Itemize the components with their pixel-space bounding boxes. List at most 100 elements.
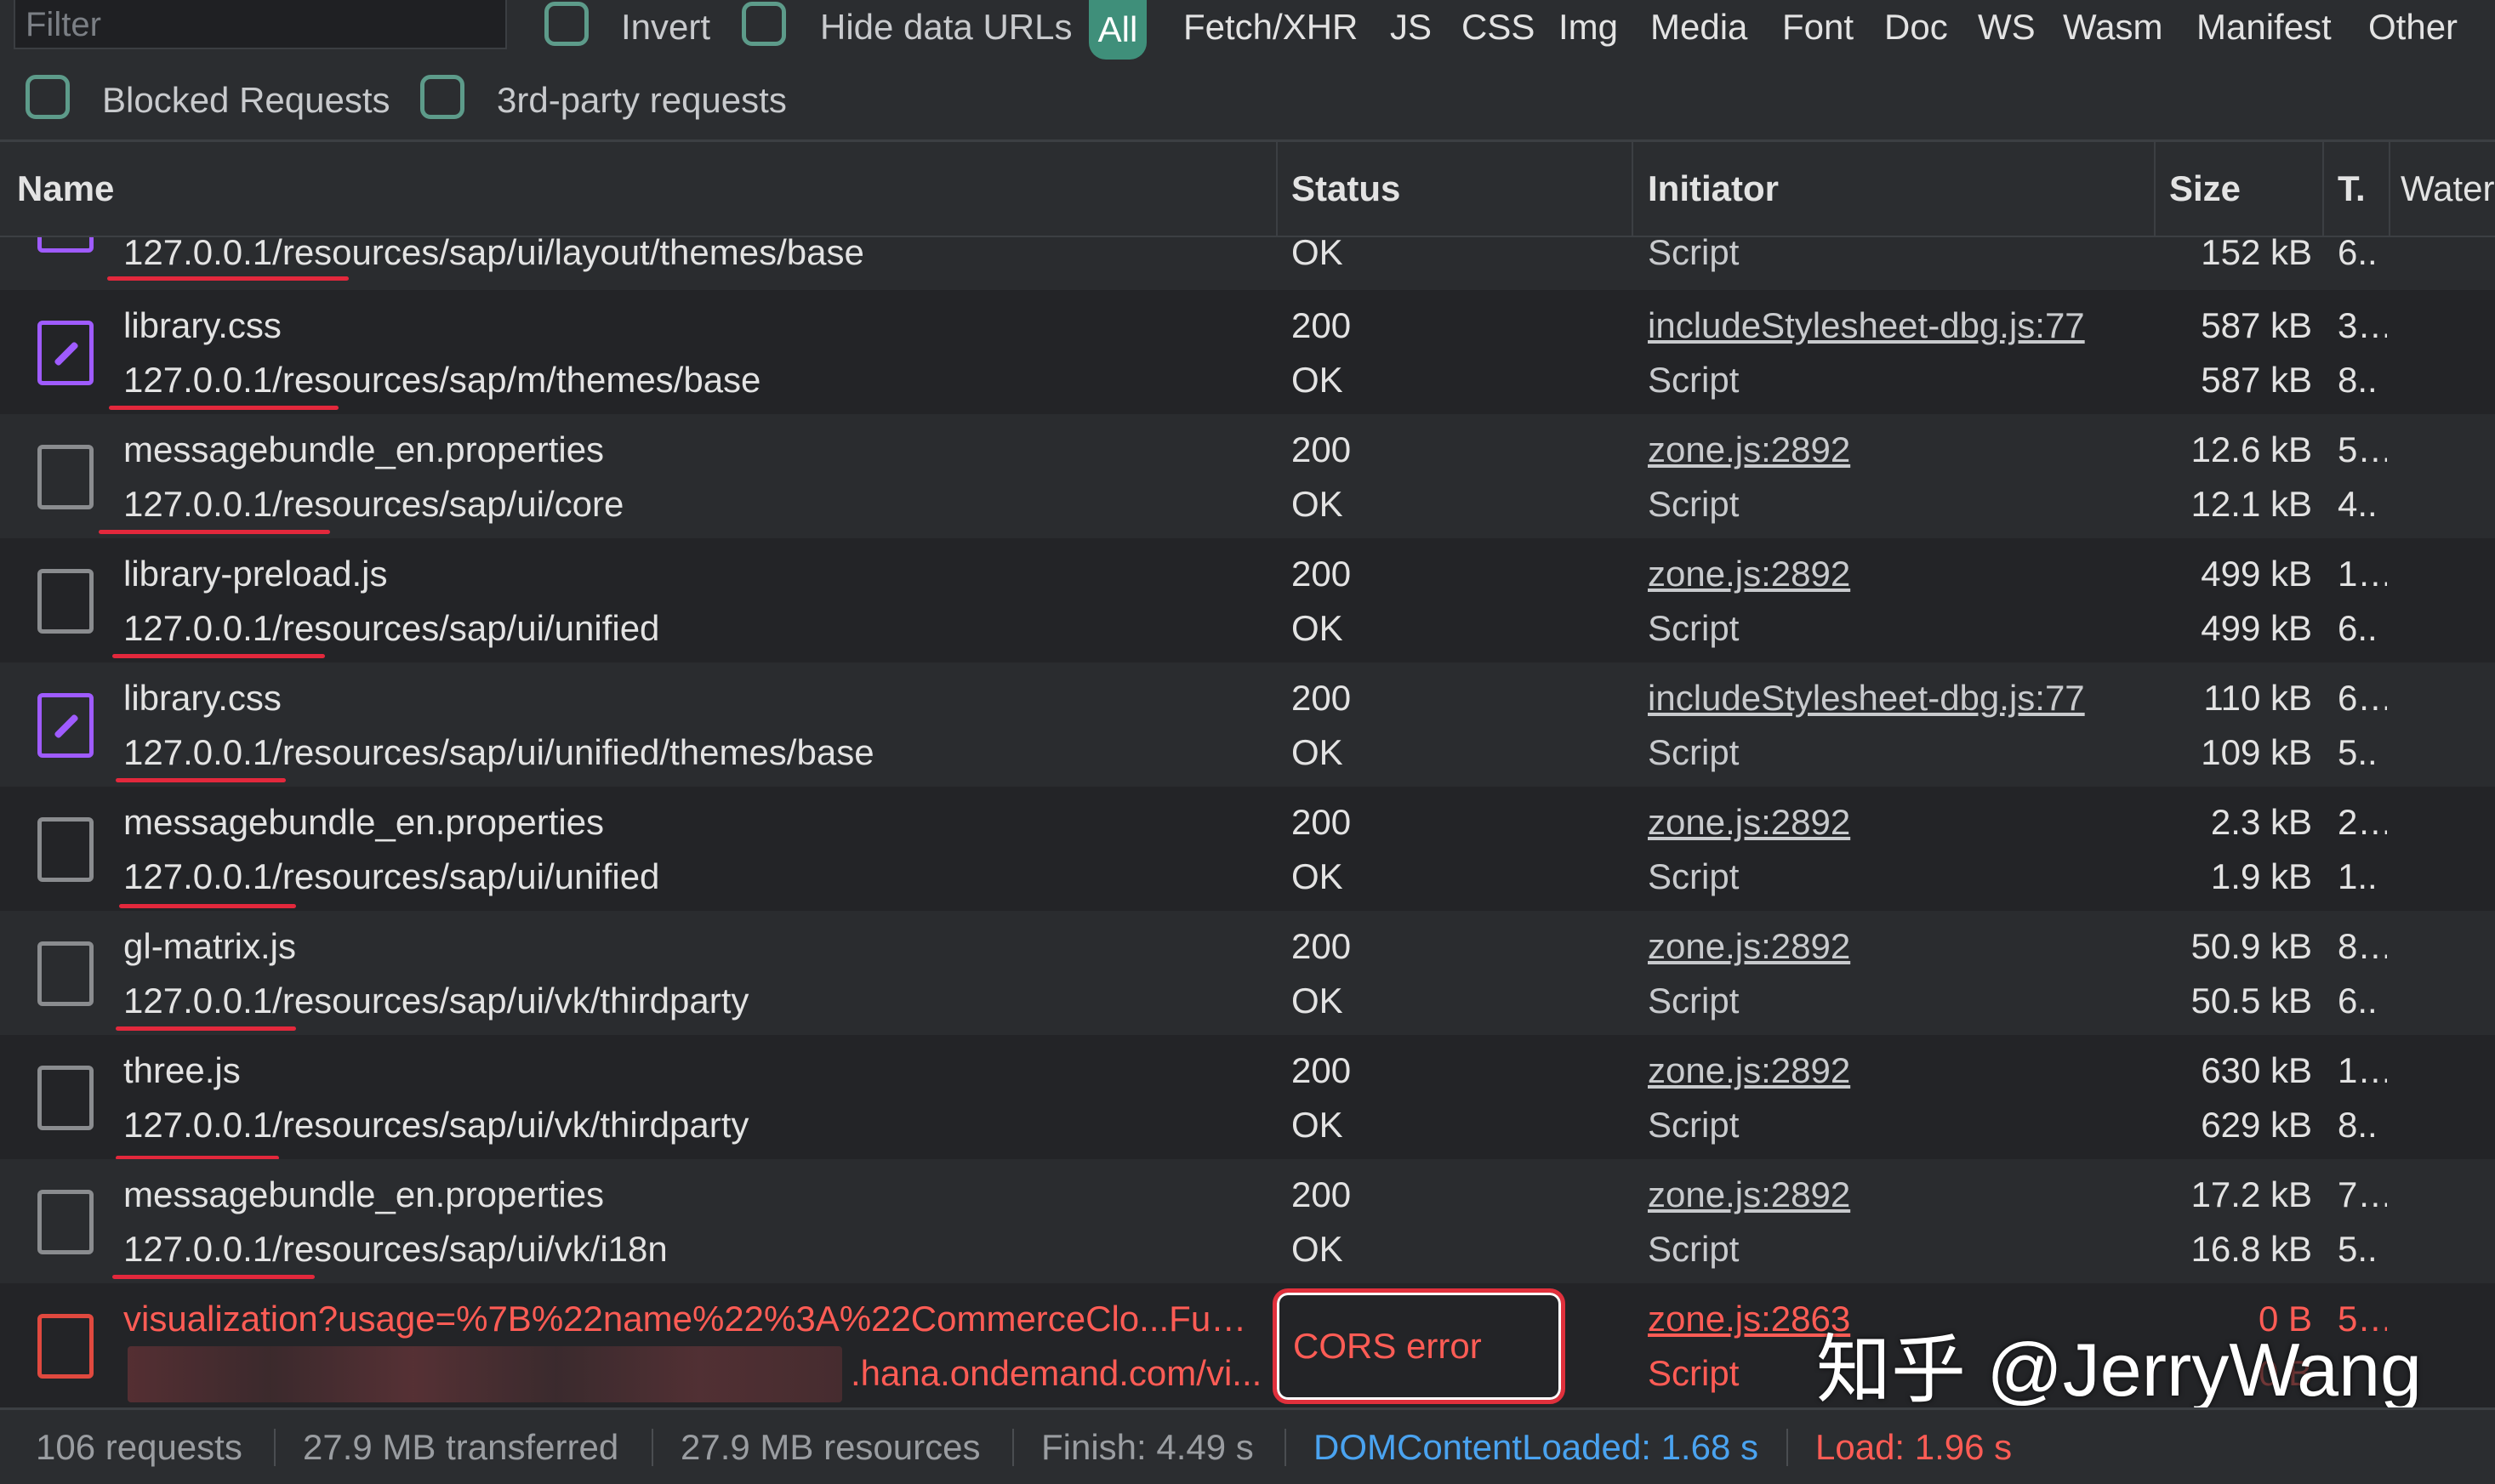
request-size-resource: 50.5 kB (2190, 981, 2312, 1021)
annotation-underline (99, 530, 330, 534)
request-time: 7... (2338, 1174, 2387, 1214)
request-time: 1... (2338, 1050, 2387, 1090)
requests-table-body: 127.0.0.1/resources/sap/ui/layout/themes… (0, 237, 2495, 1407)
column-header-time[interactable]: T. (2338, 142, 2385, 236)
summary-divider (274, 1429, 276, 1466)
request-size-resource: 587 kB (2201, 360, 2312, 400)
type-filter-other[interactable]: Other (2368, 7, 2458, 48)
request-size-resource: 629 kB (2201, 1105, 2312, 1145)
request-time: 1... (2338, 554, 2387, 594)
request-status-code: 200 (1291, 429, 1352, 469)
annotation-highlight-box (1273, 1288, 1565, 1404)
request-size-resource: 152 kB (2201, 237, 2312, 272)
type-filter-media[interactable]: Media (1650, 7, 1747, 48)
annotation-underline (119, 904, 296, 908)
document-icon (37, 569, 94, 634)
type-filter-ws[interactable]: WS (1978, 7, 2036, 48)
request-status-text: OK (1291, 484, 1343, 524)
table-row[interactable]: messagebundle_en.properties 127.0.0.1/re… (0, 787, 2495, 911)
request-file-name[interactable]: messagebundle_en.properties (123, 1174, 1263, 1215)
column-header-initiator[interactable]: Initiator (1648, 142, 2141, 236)
request-initiator-link[interactable]: zone.js:2892 (1648, 554, 2141, 594)
request-file-name[interactable]: library.css (123, 305, 1263, 346)
table-row[interactable]: 127.0.0.1/resources/sap/ui/layout/themes… (0, 237, 2495, 290)
request-file-name[interactable]: messagebundle_en.properties (123, 429, 1263, 470)
request-size-resource: 499 kB (2201, 608, 2312, 648)
request-initiator-link[interactable]: zone.js:2892 (1648, 926, 2141, 967)
request-file-name[interactable]: three.js (123, 1050, 1263, 1091)
request-time: 2... (2338, 802, 2387, 842)
third-party-requests-checkbox[interactable] (420, 75, 464, 119)
invert-checkbox[interactable] (544, 2, 589, 46)
hide-data-urls-checkbox[interactable] (742, 2, 786, 46)
error-document-icon (37, 1314, 94, 1379)
summary-resources: 27.9 MB resources (681, 1427, 981, 1467)
request-initiator-type: Script (1648, 856, 1740, 896)
request-status-text: OK (1291, 1229, 1343, 1269)
table-row[interactable]: messagebundle_en.properties 127.0.0.1/re… (0, 1159, 2495, 1283)
type-filter-font[interactable]: Font (1782, 7, 1854, 48)
table-row[interactable]: library-preload.js 127.0.0.1/resources/s… (0, 538, 2495, 662)
request-initiator-link[interactable]: zone.js:2892 (1648, 1174, 2141, 1215)
css-icon (37, 693, 94, 758)
request-file-name[interactable]: messagebundle_en.properties (123, 802, 1263, 843)
type-filter-manifest[interactable]: Manifest (2196, 7, 2332, 48)
hide-data-urls-label: Hide data URLs (820, 7, 1073, 47)
filter-input[interactable]: Filter (14, 0, 507, 49)
document-icon (37, 817, 94, 882)
request-file-name[interactable]: visualization?usage=%7B%22name%22%3A%22C… (123, 1299, 1263, 1339)
request-latency: 6.. (2338, 608, 2378, 648)
table-row[interactable]: gl-matrix.js 127.0.0.1/resources/sap/ui/… (0, 911, 2495, 1035)
request-size-resource: 16.8 kB (2190, 1229, 2312, 1269)
type-filter-js[interactable]: JS (1390, 7, 1432, 48)
table-row[interactable]: library.css 127.0.0.1/resources/sap/m/th… (0, 290, 2495, 414)
request-initiator-link[interactable]: includeStylesheet-dbg.js:77 (1648, 305, 2141, 346)
type-filter-all[interactable]: All (1089, 0, 1147, 60)
annotation-underline (112, 654, 325, 658)
column-header-name[interactable]: Name (17, 142, 1276, 236)
request-status-text: OK (1291, 237, 1343, 272)
request-status-text: OK (1291, 981, 1343, 1021)
type-filter-wasm[interactable]: Wasm (2063, 7, 2162, 48)
type-filter-doc[interactable]: Doc (1884, 7, 1948, 48)
request-status-text: OK (1291, 360, 1343, 400)
request-latency: 4.. (2338, 484, 2378, 524)
request-path: 127.0.0.1/resources/sap/ui/vk/i18n (123, 1229, 668, 1269)
request-initiator-type: Script (1648, 1105, 1740, 1145)
request-initiator-link[interactable]: zone.js:2892 (1648, 802, 2141, 843)
request-status-code: 200 (1291, 1174, 1352, 1214)
request-initiator-link[interactable]: includeStylesheet-dbg.js:77 (1648, 678, 2141, 719)
request-file-name[interactable]: gl-matrix.js (123, 926, 1263, 967)
request-file-name[interactable]: library-preload.js (123, 554, 1263, 594)
request-file-name[interactable]: library.css (123, 678, 1263, 719)
table-row[interactable]: library.css 127.0.0.1/resources/sap/ui/u… (0, 662, 2495, 787)
document-icon (37, 941, 94, 1006)
type-filter-fetch-xhr[interactable]: Fetch/XHR (1183, 7, 1358, 48)
network-summary-bar: 106 requests 27.9 MB transferred 27.9 MB… (0, 1407, 2495, 1484)
request-status-text: OK (1291, 608, 1343, 648)
type-filter-img[interactable]: Img (1558, 7, 1618, 48)
table-row[interactable]: messagebundle_en.properties 127.0.0.1/re… (0, 414, 2495, 538)
table-row[interactable]: three.js 127.0.0.1/resources/sap/ui/vk/t… (0, 1035, 2495, 1160)
request-time: 6.. (2338, 237, 2378, 272)
third-party-requests-label: 3rd-party requests (497, 80, 787, 120)
request-latency: 5.. (2338, 732, 2378, 772)
request-initiator-link[interactable]: zone.js:2892 (1648, 429, 2141, 470)
column-header-size[interactable]: Size (2169, 142, 2314, 236)
annotation-underline (116, 1026, 296, 1031)
request-status-code: 200 (1291, 554, 1352, 594)
request-initiator-link[interactable]: zone.js:2892 (1648, 1050, 2141, 1091)
column-header-waterfall[interactable]: Water (2401, 142, 2495, 236)
request-path: 127.0.0.1/resources/sap/m/themes/base (123, 360, 761, 400)
watermark: 知乎 @JerryWang (1816, 1328, 2422, 1412)
request-size-resource: 12.1 kB (2190, 484, 2312, 524)
request-path: .hana.ondemand.com/vi... (851, 1353, 1262, 1393)
summary-finish: Finish: 4.49 s (1041, 1427, 1254, 1467)
blocked-requests-checkbox[interactable] (26, 75, 70, 119)
summary-requests: 106 requests (36, 1427, 242, 1467)
summary-transferred: 27.9 MB transferred (303, 1427, 619, 1467)
column-header-status[interactable]: Status (1291, 142, 1632, 236)
type-filter-css[interactable]: CSS (1461, 7, 1535, 48)
request-size-resource: 1.9 kB (2210, 856, 2312, 896)
request-size-transferred: 17.2 kB (2190, 1174, 2312, 1214)
